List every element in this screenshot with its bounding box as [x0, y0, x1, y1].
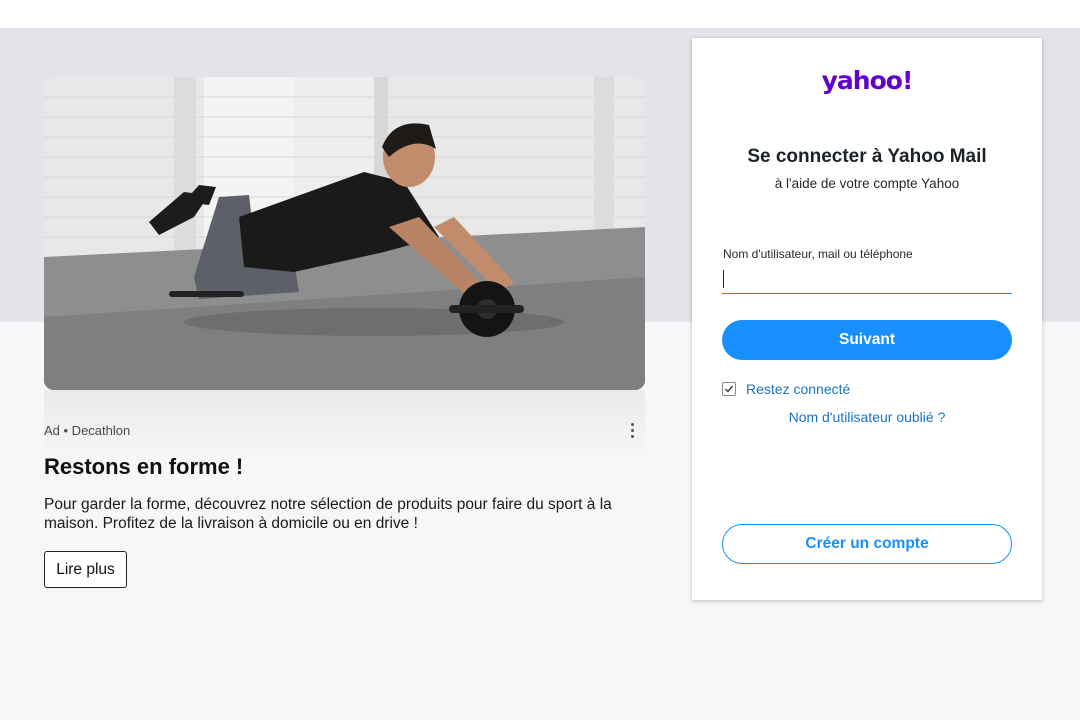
stay-connected-label[interactable]: Restez connecté	[746, 381, 850, 397]
login-title: Se connecter à Yahoo Mail	[747, 146, 987, 167]
forgot-username-link[interactable]: Nom d'utilisateur oublié ?	[692, 409, 1042, 425]
text-caret	[723, 270, 724, 288]
ad-photo-workout	[44, 77, 645, 390]
login-card: yahoo! Se connecter à Yahoo Mail à l'aid…	[692, 38, 1042, 600]
next-button[interactable]: Suivant	[722, 320, 1012, 360]
yahoo-logo: yahoo!	[821, 66, 914, 95]
ad-sponsor-label: Ad • Decathlon	[44, 423, 131, 438]
username-field-label: Nom d'utilisateur, mail ou téléphone	[723, 247, 913, 261]
ad-description: Pour garder la forme, découvrez notre sé…	[44, 496, 612, 532]
ad-title[interactable]: Restons en forme !	[44, 454, 243, 480]
ad-image-reflection	[44, 390, 645, 460]
stay-connected-row[interactable]: Restez connecté	[722, 381, 850, 397]
checkmark-icon	[725, 385, 734, 393]
ad-image[interactable]	[44, 77, 645, 390]
more-vertical-icon[interactable]	[624, 420, 640, 440]
stay-connected-checkbox[interactable]	[722, 382, 736, 396]
login-subtitle: à l'aide de votre compte Yahoo	[774, 176, 960, 191]
create-account-button[interactable]: Créer un compte	[722, 524, 1012, 564]
read-more-button[interactable]: Lire plus	[44, 551, 127, 588]
username-input[interactable]	[722, 264, 1012, 294]
